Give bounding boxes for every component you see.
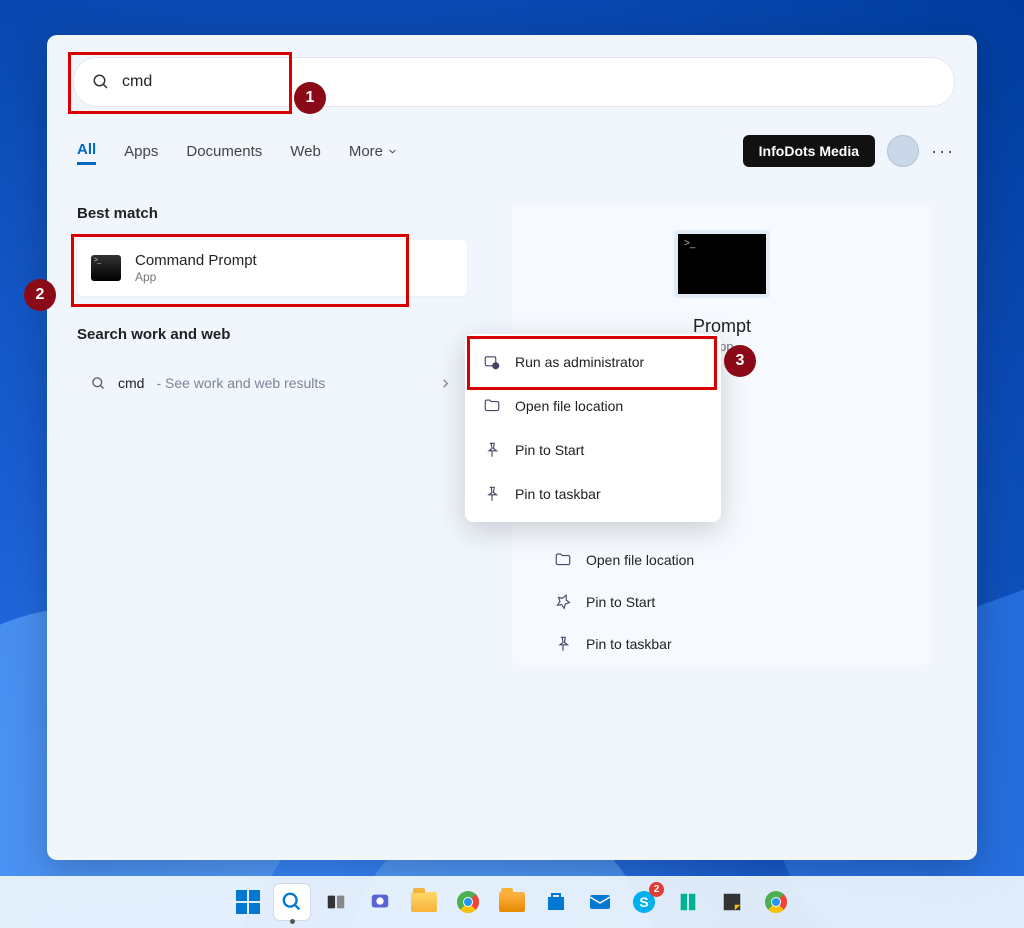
preview-app-icon [674, 230, 770, 298]
folder-icon [554, 551, 572, 569]
app-icon [677, 891, 699, 913]
taskbar-skype-button[interactable]: S2 [626, 884, 662, 920]
admin-icon [483, 353, 501, 371]
annotation-marker-1: 1 [294, 82, 326, 114]
action-label: Pin to taskbar [586, 636, 672, 652]
folder-icon [483, 397, 501, 415]
taskbar-chrome-button[interactable] [450, 884, 486, 920]
folder-icon [499, 892, 525, 912]
best-match-heading: Best match [77, 205, 467, 222]
result-title: Command Prompt [135, 252, 257, 270]
result-subtitle: App [135, 270, 257, 284]
more-options-button[interactable]: ··· [931, 141, 955, 162]
results-left-column: Best match Command Prompt App Search wor… [77, 205, 467, 405]
chat-icon [369, 891, 391, 913]
folder-icon [411, 892, 437, 912]
taskbar-sticky-notes-button[interactable] [714, 884, 750, 920]
windows-logo-icon [236, 890, 260, 914]
taskbar-store-button[interactable] [538, 884, 574, 920]
svg-text:S: S [639, 894, 648, 910]
pin-icon [554, 635, 572, 653]
action-label: Pin to Start [586, 594, 655, 610]
preview-actions: Open file location Pin to Start Pin to t… [512, 539, 932, 665]
chrome-icon [456, 890, 480, 914]
work-web-heading: Search work and web [77, 326, 467, 343]
note-icon [721, 891, 743, 913]
tab-all[interactable]: All [77, 137, 96, 165]
context-label: Run as administrator [515, 354, 644, 370]
store-icon [544, 890, 568, 914]
taskbar-start-button[interactable] [230, 884, 266, 920]
chevron-right-icon [438, 376, 453, 391]
filter-tabs: All Apps Documents Web More InfoDots Med… [77, 135, 955, 167]
context-pin-to-start[interactable]: Pin to Start [471, 428, 715, 472]
taskbar: S2 [0, 876, 1024, 928]
work-web-result[interactable]: cmd - See work and web results [77, 361, 467, 405]
context-label: Pin to taskbar [515, 486, 601, 502]
work-web-suffix: - See work and web results [156, 375, 325, 391]
tab-apps[interactable]: Apps [124, 139, 158, 164]
tab-documents[interactable]: Documents [186, 139, 262, 164]
account-name-badge[interactable]: InfoDots Media [743, 135, 875, 167]
mail-icon [588, 890, 612, 914]
taskbar-search-button[interactable] [274, 884, 310, 920]
notification-badge: 2 [649, 882, 664, 897]
annotation-marker-3: 3 [724, 345, 756, 377]
account-area: InfoDots Media ··· [743, 135, 955, 167]
taskbar-app-button[interactable] [670, 884, 706, 920]
pin-icon [483, 485, 501, 503]
context-label: Pin to Start [515, 442, 584, 458]
action-pin-to-start[interactable]: Pin to Start [552, 581, 892, 623]
context-pin-to-taskbar[interactable]: Pin to taskbar [471, 472, 715, 516]
action-label: Open file location [586, 552, 694, 568]
context-run-as-administrator[interactable]: Run as administrator [471, 340, 715, 384]
search-icon [281, 891, 303, 913]
taskbar-chat-button[interactable] [362, 884, 398, 920]
task-view-icon [325, 891, 347, 913]
context-open-file-location[interactable]: Open file location [471, 384, 715, 428]
taskbar-chrome-button-2[interactable] [758, 884, 794, 920]
desktop: 1 2 All Apps Documents Web More InfoDots… [0, 0, 1024, 928]
taskbar-explorer-button[interactable] [406, 884, 442, 920]
taskbar-mail-button[interactable] [582, 884, 618, 920]
pin-icon [483, 441, 501, 459]
work-web-section: Search work and web cmd - See work and w… [77, 326, 467, 405]
tab-more-label: More [349, 143, 383, 160]
avatar[interactable] [887, 135, 919, 167]
taskbar-task-view-button[interactable] [318, 884, 354, 920]
search-bar[interactable] [73, 57, 955, 107]
taskbar-app-button[interactable] [494, 884, 530, 920]
context-label: Open file location [515, 398, 623, 414]
search-icon [91, 376, 106, 391]
context-menu: Run as administrator Open file location … [465, 334, 721, 522]
best-match-result[interactable]: Command Prompt App [77, 240, 467, 296]
cmd-app-icon [91, 255, 121, 281]
tab-web[interactable]: Web [290, 139, 321, 164]
search-input[interactable] [120, 72, 304, 92]
action-open-file-location[interactable]: Open file location [552, 539, 892, 581]
chrome-icon [764, 890, 788, 914]
pin-icon [554, 593, 572, 611]
tab-more[interactable]: More [349, 139, 398, 164]
chevron-down-icon [387, 146, 398, 157]
work-web-term: cmd [118, 375, 144, 391]
action-pin-to-taskbar[interactable]: Pin to taskbar [552, 623, 892, 665]
search-icon [92, 73, 110, 91]
annotation-marker-2: 2 [24, 279, 56, 311]
result-text: Command Prompt App [135, 252, 257, 284]
